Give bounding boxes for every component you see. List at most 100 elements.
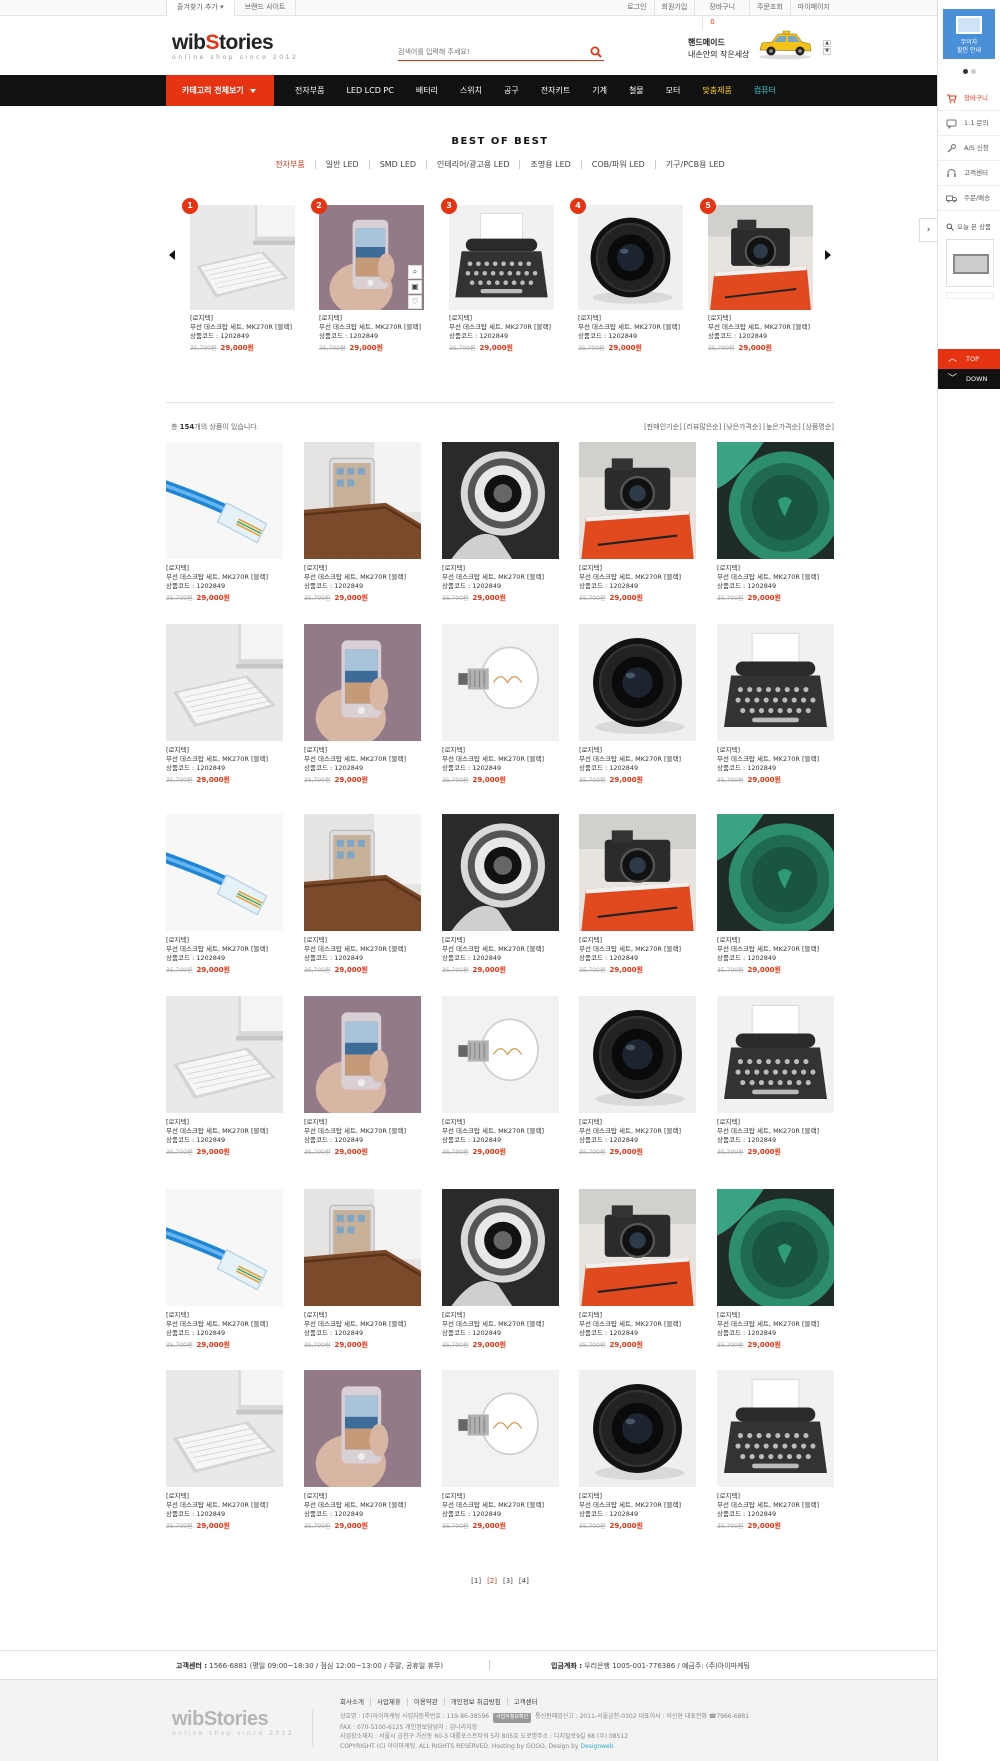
- product-image[interactable]: [190, 205, 295, 310]
- product-image[interactable]: [579, 814, 696, 931]
- product-name[interactable]: 무선 데스크탑 세트, MK270R [블랙]: [304, 573, 436, 582]
- best-tab[interactable]: SMD LED: [369, 160, 428, 169]
- product-name[interactable]: 무선 데스크탑 세트, MK270R [블랙]: [442, 1501, 574, 1510]
- product-name[interactable]: 무선 데스크탑 세트, MK270R [블랙]: [579, 1127, 711, 1136]
- product-name[interactable]: 무선 데스크탑 세트, MK270R [블랙]: [166, 1320, 298, 1329]
- product-name[interactable]: 무선 데스크탑 세트, MK270R [블랙]: [166, 1501, 298, 1510]
- product-image[interactable]: [304, 1370, 421, 1487]
- join-link[interactable]: 회원가입: [653, 0, 695, 16]
- product-image[interactable]: [579, 996, 696, 1113]
- product-image[interactable]: [442, 1189, 559, 1306]
- product-name[interactable]: 무선 데스크탑 세트, MK270R [블랙]: [717, 573, 849, 582]
- product-name[interactable]: 무선 데스크탑 세트, MK270R [블랙]: [579, 755, 711, 764]
- product-image[interactable]: [717, 814, 834, 931]
- product-name[interactable]: 무선 데스크탑 세트, MK270R [블랙]: [579, 1320, 711, 1329]
- slider-next-icon[interactable]: [825, 250, 831, 260]
- product-name[interactable]: 무선 데스크탑 세트, MK270R [블랙]: [708, 323, 823, 332]
- bookmark-link[interactable]: 즐겨찾기 추가 ▾: [166, 0, 235, 16]
- sort-option[interactable]: [높은가격순]: [763, 423, 801, 431]
- product-name[interactable]: 무선 데스크탑 세트, MK270R [블랙]: [166, 573, 298, 582]
- product-name[interactable]: 무선 데스크탑 세트, MK270R [블랙]: [304, 945, 436, 954]
- heart-icon[interactable]: ♡: [408, 295, 422, 309]
- product-image[interactable]: [442, 996, 559, 1113]
- product-name[interactable]: 무선 데스크탑 세트, MK270R [블랙]: [442, 1320, 574, 1329]
- product-image[interactable]: [304, 814, 421, 931]
- nav-item[interactable]: 스위치: [449, 75, 493, 106]
- product-name[interactable]: 무선 데스크탑 세트, MK270R [블랙]: [319, 323, 434, 332]
- recent-product-thumb[interactable]: [946, 239, 994, 287]
- quickbar-toggle-icon[interactable]: ›: [919, 218, 937, 242]
- product-name[interactable]: 무선 데스크탑 세트, MK270R [블랙]: [304, 1501, 436, 1510]
- page-link-current[interactable]: [2]: [487, 1577, 497, 1585]
- brand-site-link[interactable]: 브랜드 사이트: [235, 0, 297, 16]
- product-image[interactable]: [579, 442, 696, 559]
- nav-item[interactable]: 모터: [655, 75, 692, 106]
- footer-link[interactable]: 회사소개: [340, 1698, 370, 1706]
- product-image[interactable]: [717, 996, 834, 1113]
- order-lookup-link[interactable]: 주문조회: [749, 0, 790, 16]
- product-name[interactable]: 무선 데스크탑 세트, MK270R [블랙]: [304, 755, 436, 764]
- product-image[interactable]: [304, 624, 421, 741]
- designer-link[interactable]: Designweb: [580, 1743, 613, 1750]
- sort-option[interactable]: [판매인기순]: [644, 423, 682, 431]
- nav-item[interactable]: 공구: [493, 75, 530, 106]
- nav-item[interactable]: LED LCD PC: [335, 75, 404, 106]
- product-image[interactable]: [717, 1189, 834, 1306]
- cart-link[interactable]: 장바구니 0: [694, 0, 749, 30]
- site-logo[interactable]: wibStories online shop since 2012: [172, 32, 299, 62]
- product-name[interactable]: 무선 데스크탑 세트, MK270R [블랙]: [579, 573, 711, 582]
- product-name[interactable]: 무선 데스크탑 세트, MK270R [블랙]: [442, 755, 574, 764]
- page-link[interactable]: [1]: [471, 1577, 481, 1585]
- product-name[interactable]: 무선 데스크탑 세트, MK270R [블랙]: [166, 755, 298, 764]
- quick-delivery[interactable]: 주문/배송: [938, 186, 1000, 211]
- login-link[interactable]: 로그인: [620, 0, 653, 16]
- dot-active[interactable]: [963, 69, 968, 74]
- nav-item[interactable]: 기계: [581, 75, 618, 106]
- page-link[interactable]: [3]: [503, 1577, 513, 1585]
- quick-cs[interactable]: 고객센터: [938, 161, 1000, 186]
- product-name[interactable]: 무선 데스크탑 세트, MK270R [블랙]: [166, 945, 298, 954]
- product-image[interactable]: [717, 442, 834, 559]
- header-banner[interactable]: 핸드메이드 내손안의 작은세상: [688, 37, 749, 60]
- footer-link[interactable]: 개인정보 취급방침: [443, 1698, 507, 1706]
- product-image[interactable]: [304, 996, 421, 1113]
- product-name[interactable]: 무선 데스크탑 세트, MK270R [블랙]: [442, 573, 574, 582]
- category-all-button[interactable]: 카테고리 전체보기: [166, 75, 274, 106]
- product-name[interactable]: 무선 데스크탑 세트, MK270R [블랙]: [166, 1127, 298, 1136]
- product-image[interactable]: [166, 1370, 283, 1487]
- product-name[interactable]: 무선 데스크탑 세트, MK270R [블랙]: [442, 945, 574, 954]
- footer-link[interactable]: 이용약관: [406, 1698, 444, 1706]
- product-name[interactable]: 무선 데스크탑 세트, MK270R [블랙]: [717, 945, 849, 954]
- sort-option[interactable]: [낮은가격순]: [723, 423, 761, 431]
- best-tab[interactable]: 기구/PCB용 LED: [656, 160, 735, 169]
- product-image[interactable]: [717, 1370, 834, 1487]
- page-link[interactable]: [4]: [519, 1577, 529, 1585]
- product-image[interactable]: [449, 205, 554, 310]
- banner-up-button[interactable]: ▲: [823, 40, 831, 47]
- cart-icon[interactable]: ▣: [408, 280, 422, 294]
- best-tab[interactable]: 일반 LED: [315, 160, 370, 169]
- product-image[interactable]: [442, 814, 559, 931]
- product-image[interactable]: [166, 442, 283, 559]
- banner-down-button[interactable]: ▼: [823, 48, 831, 55]
- nav-item-computer[interactable]: 컴퓨터: [743, 75, 787, 106]
- best-tab[interactable]: 조명용 LED: [520, 160, 582, 169]
- product-name[interactable]: 무선 데스크탑 세트, MK270R [블랙]: [717, 1127, 849, 1136]
- product-image[interactable]: [579, 624, 696, 741]
- product-image[interactable]: [579, 1370, 696, 1487]
- scroll-down-button[interactable]: ﹀ DOWN: [938, 369, 1000, 389]
- product-image[interactable]: [708, 205, 813, 310]
- biz-info-badge[interactable]: 사업자정보확인: [493, 1713, 532, 1723]
- quick-cart[interactable]: 장바구니: [938, 86, 1000, 111]
- product-image[interactable]: [442, 624, 559, 741]
- footer-link[interactable]: 고객센터: [506, 1698, 544, 1706]
- mypage-link[interactable]: 마이페이지: [789, 0, 837, 16]
- sort-option[interactable]: [상품명순]: [803, 423, 834, 431]
- product-image[interactable]: [166, 1189, 283, 1306]
- best-tab[interactable]: 전자부품: [265, 160, 316, 169]
- product-name[interactable]: 무선 데스크탑 세트, MK270R [블랙]: [442, 1127, 574, 1136]
- zoom-icon[interactable]: ⌕: [408, 265, 422, 279]
- product-name[interactable]: 무선 데스크탑 세트, MK270R [블랙]: [449, 323, 564, 332]
- product-name[interactable]: 무선 데스크탑 세트, MK270R [블랙]: [304, 1127, 436, 1136]
- scroll-top-button[interactable]: ︿ TOP: [938, 349, 1000, 369]
